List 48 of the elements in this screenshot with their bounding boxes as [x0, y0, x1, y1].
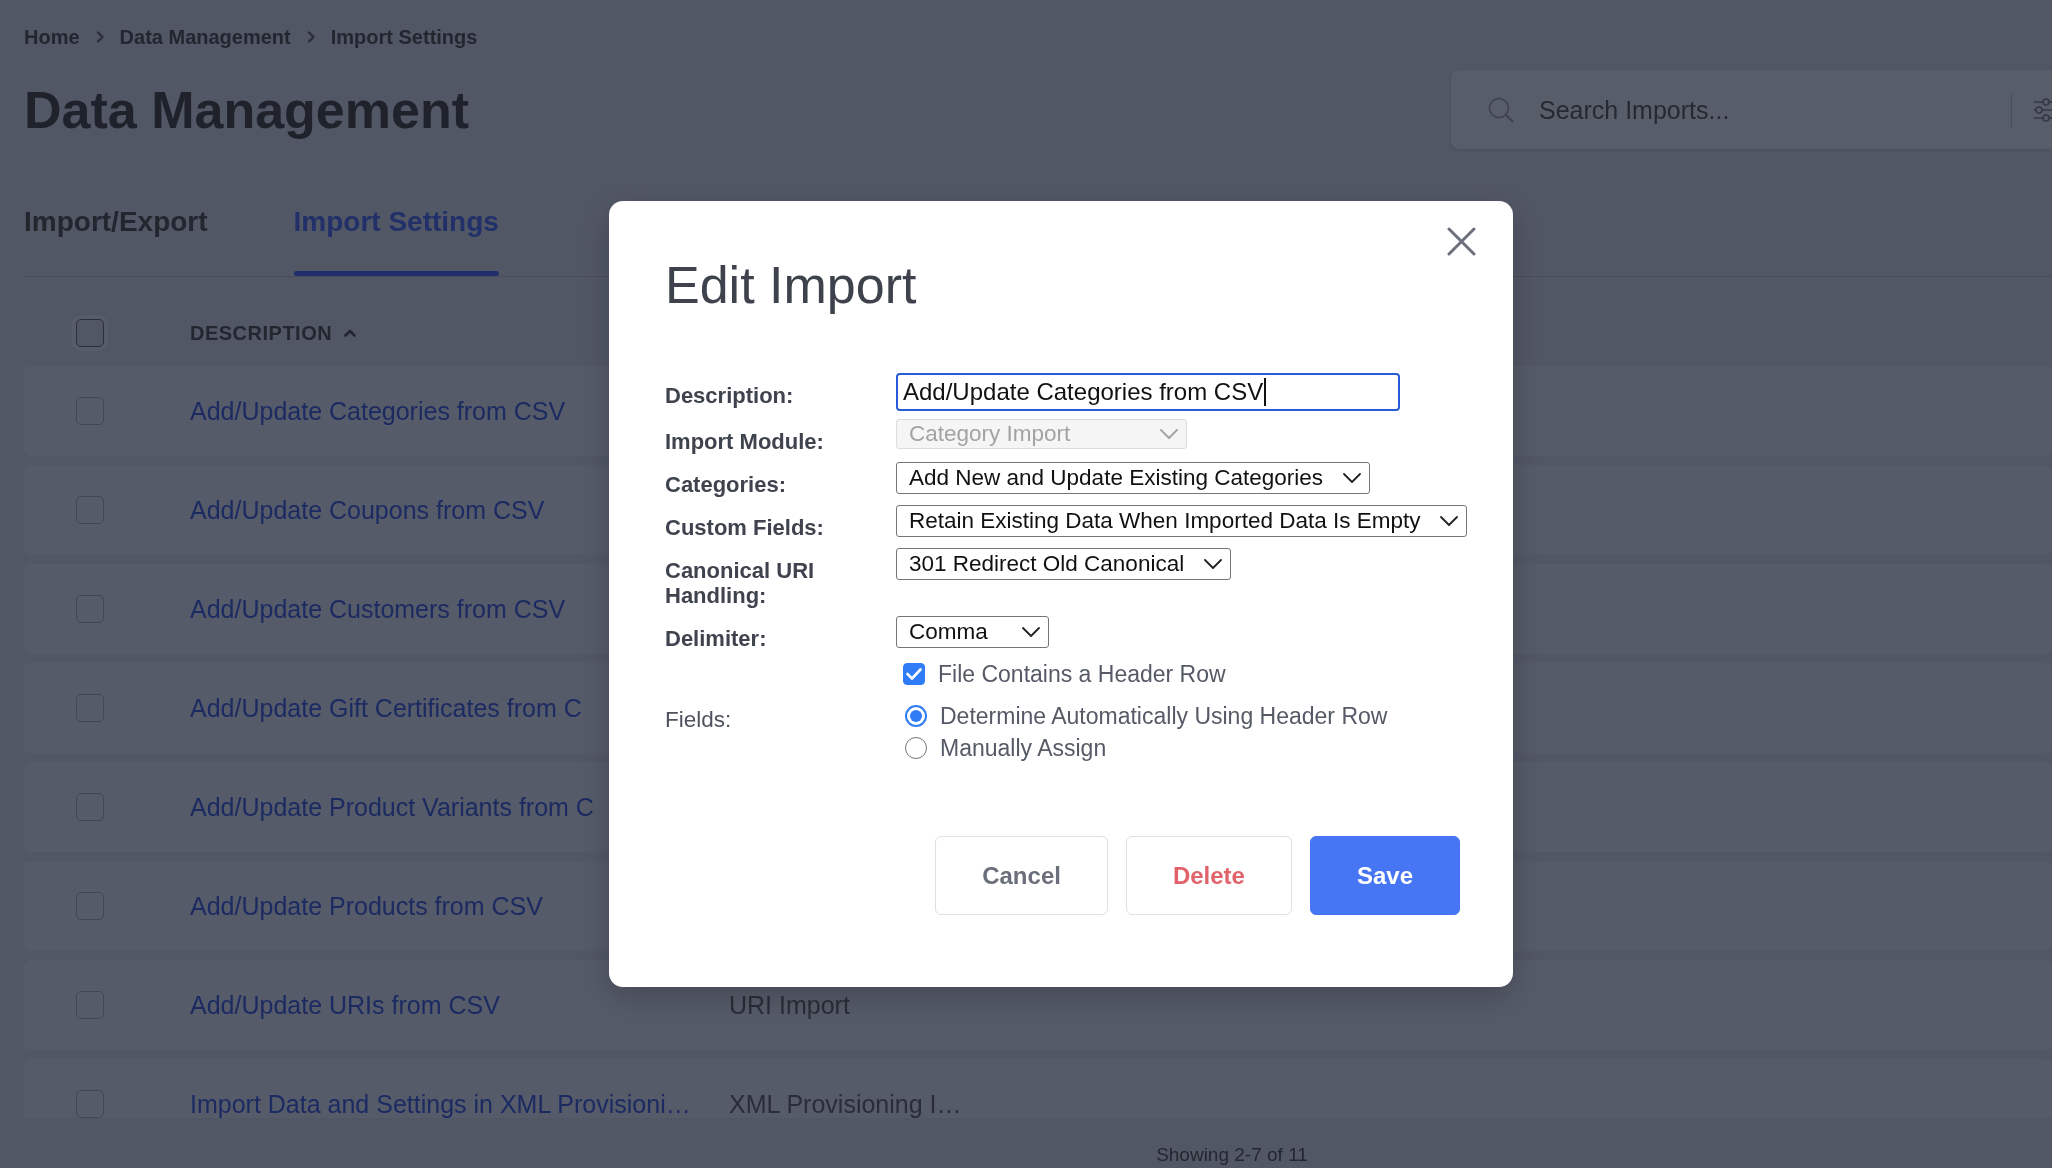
import-link[interactable]: Add/Update Product Variants from C: [190, 792, 594, 822]
chevron-down-icon: [1022, 627, 1040, 637]
import-link[interactable]: Add/Update Customers from CSV: [190, 594, 566, 624]
field-label: Delimiter:: [665, 625, 767, 651]
checkbox-label: File Contains a Header Row: [938, 660, 1226, 689]
dropdown[interactable]: Retain Existing Data When Imported Data Is Empty: [896, 505, 1468, 537]
radio-button[interactable]: [905, 737, 927, 759]
sliders-icon[interactable]: [2034, 96, 2052, 123]
checkbox[interactable]: [903, 663, 925, 685]
column-header[interactable]: DESCRIPTION: [190, 321, 357, 345]
field-label: Description:: [665, 382, 794, 408]
chevron-right-icon: [95, 31, 104, 43]
import-link[interactable]: Add/Update Gift Certificates from C: [190, 693, 582, 723]
import-link[interactable]: Import Data and Settings in XML Provisioni…: [190, 1089, 691, 1118]
chevron-down-icon: [1160, 429, 1178, 439]
search-bar[interactable]: Search Imports...: [1451, 70, 2052, 149]
field-label: Import Module:: [665, 428, 824, 454]
chevron-down-icon: [1343, 473, 1361, 483]
field-label: Custom Fields:: [665, 514, 824, 540]
chevron-down-icon: [1204, 559, 1223, 569]
save-button[interactable]: Save: [1309, 836, 1460, 915]
breadcrumb-link[interactable]: Data Management: [119, 24, 291, 50]
radio-label: Manually Assign: [940, 734, 1107, 763]
import-link[interactable]: Add/Update Categories from CSV: [190, 396, 566, 426]
field-label: Canonical URI Handling:: [665, 557, 816, 608]
radio-label: Determine Automatically Using Header Row: [940, 702, 1388, 731]
dropdown[interactable]: 301 Redirect Old Canonical: [896, 548, 1232, 580]
field-label: Fields:: [665, 706, 732, 732]
search-icon: [1488, 96, 1514, 123]
field-label: Categories:: [665, 471, 787, 497]
tab[interactable]: Import/Export: [24, 205, 208, 276]
import-link[interactable]: Add/Update Coupons from CSV: [190, 495, 545, 525]
text-input[interactable]: Add/Update Categories from CSV: [896, 373, 1400, 411]
page-title: Data Management: [24, 79, 469, 141]
breadcrumb-link[interactable]: Import Settings: [330, 24, 478, 50]
radio-button[interactable]: [905, 705, 927, 727]
dropdown[interactable]: Comma: [896, 616, 1049, 648]
cancel-button[interactable]: Cancel: [935, 836, 1108, 915]
import-link[interactable]: Add/Update Products from CSV: [190, 891, 543, 921]
search-field[interactable]: Search Imports...: [1539, 94, 1999, 125]
close-icon[interactable]: [1447, 227, 1476, 256]
dropdown[interactable]: Add New and Update Existing Categories: [896, 462, 1370, 494]
chevron-down-icon: [1440, 516, 1459, 526]
delete-button[interactable]: Delete: [1125, 836, 1292, 915]
import-link[interactable]: Add/Update URIs from CSV: [190, 990, 500, 1020]
chevron-right-icon: [306, 31, 315, 43]
breadcrumb-link[interactable]: Home: [24, 24, 80, 50]
dialog-title: Edit Import: [665, 255, 917, 316]
